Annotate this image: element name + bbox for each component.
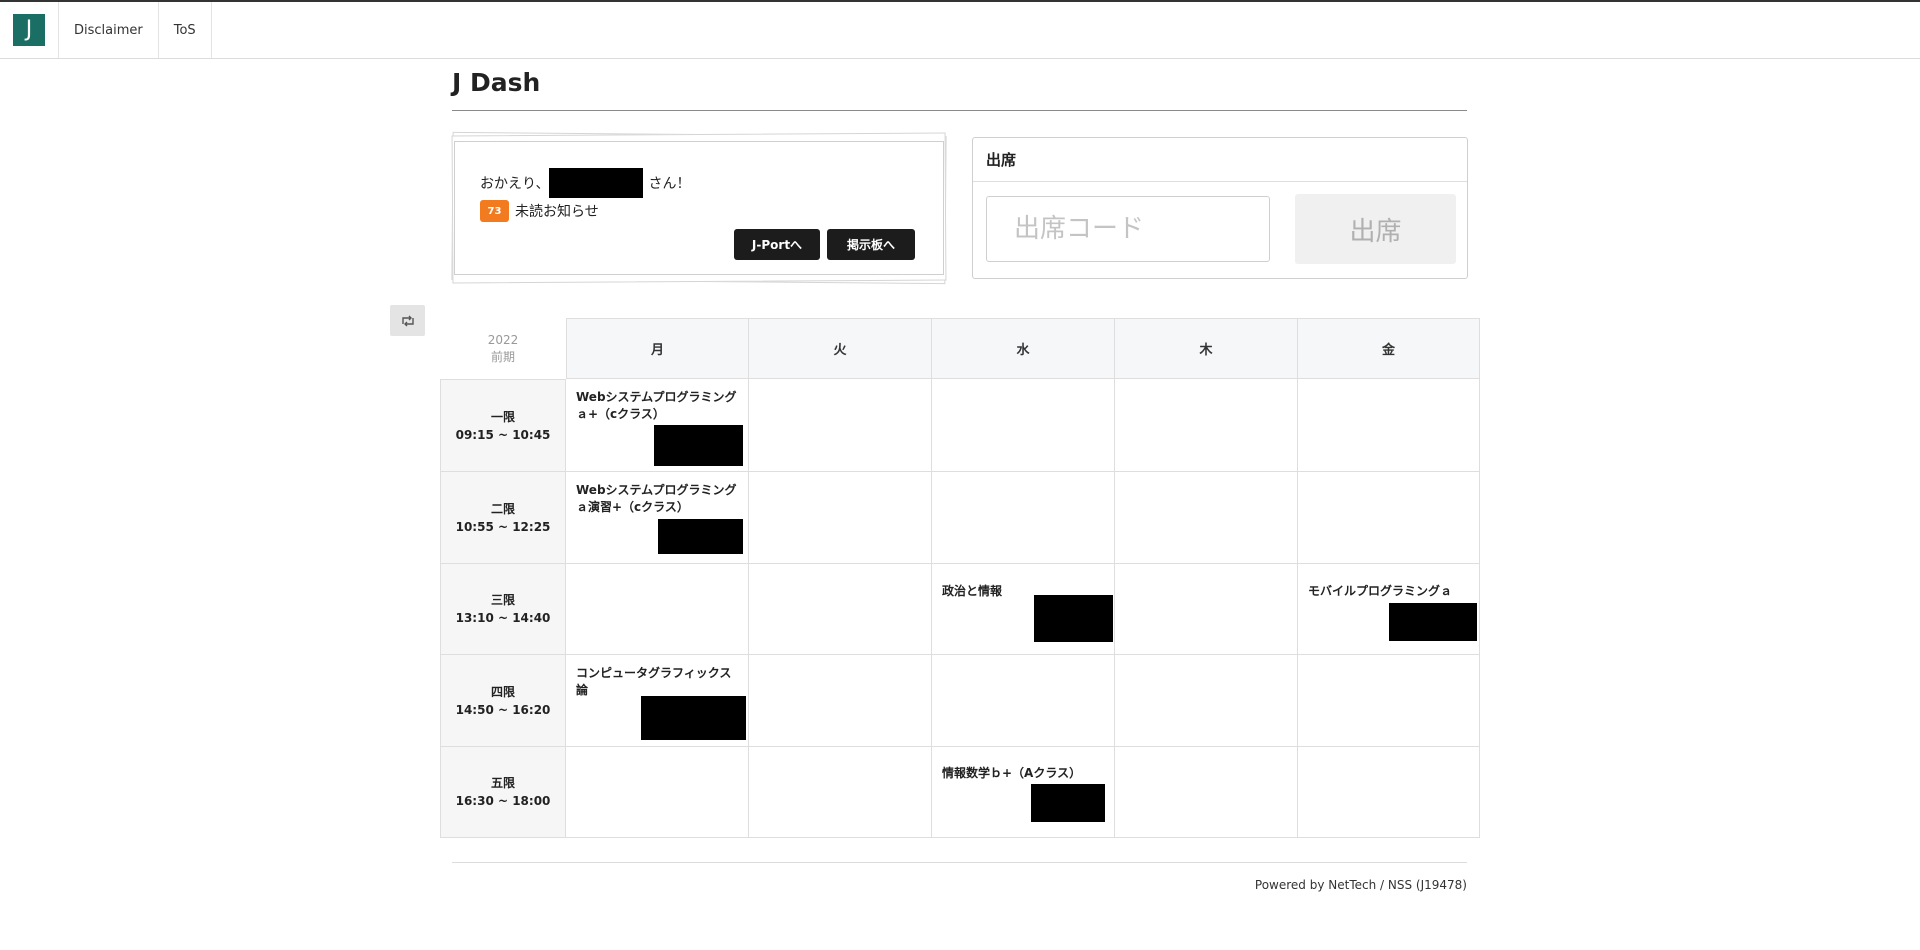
term-semester: 前期 [490,350,515,364]
period-time: 09:15 ~ 10:45 [455,427,551,442]
timetable: 2022 前期 月 火 水 木 金 一限 09:15 ~ 10:45 二限 10… [440,318,1480,838]
course-name: 情報数学ｂ+（Aクラス） [942,766,1082,780]
class-cell-wed-4[interactable] [932,655,1115,747]
redacted-room [654,425,743,466]
period-5: 五限 16:30 ~ 18:00 [440,747,566,838]
welcome-card-stack: おかえり、 さん！ 73 未読お知らせ J-Portへ 掲示板へ [451,131,947,285]
period-2: 二限 10:55 ~ 12:25 [440,472,566,564]
course-name: Webシステムプログラミングａ演習+（cクラス） [576,483,737,514]
period-3: 三限 13:10 ~ 14:40 [440,564,566,655]
class-cell-fri-4[interactable] [1298,655,1480,747]
class-cell-fri-1[interactable] [1298,379,1480,472]
class-cell-fri-5[interactable] [1298,747,1480,838]
class-cell-tue-4[interactable] [749,655,932,747]
term-label: 2022 前期 [440,318,566,379]
period-time: 14:50 ~ 16:20 [455,702,551,717]
class-cell-tue-5[interactable] [749,747,932,838]
greeting: おかえり、 さん！ [480,168,918,198]
attendance-title: 出席 [973,138,1467,182]
term-year: 2022 [487,333,519,347]
attendance-card: 出席 出席 [972,137,1468,279]
class-cell-mon-5[interactable] [566,747,749,838]
welcome-card: おかえり、 さん！ 73 未読お知らせ J-Portへ 掲示板へ [454,141,944,275]
swap-term-button[interactable] [390,305,425,336]
title-divider [452,110,1467,111]
class-cell-mon-3[interactable] [566,564,749,655]
class-cell-thu-2[interactable] [1115,472,1298,564]
day-header-thu: 木 [1115,318,1298,379]
day-header-tue: 火 [749,318,932,379]
unread-label: 未読お知らせ [515,204,599,220]
period-1: 一限 09:15 ~ 10:45 [440,379,566,472]
course-name: Webシステムプログラミングａ+（cクラス） [576,390,737,421]
class-cell-wed-3[interactable]: 政治と情報 [932,564,1115,655]
redacted-username [549,168,644,198]
period-4: 四限 14:50 ~ 16:20 [440,655,566,747]
class-cell-tue-1[interactable] [749,379,932,472]
class-cell-wed-5[interactable]: 情報数学ｂ+（Aクラス） [932,747,1115,838]
period-time: 13:10 ~ 14:40 [455,611,551,625]
redacted-room [1389,603,1477,641]
logo-link[interactable]: J [0,2,59,58]
class-cell-mon-2[interactable]: Webシステムプログラミングａ演習+（cクラス） [566,472,749,564]
day-header-fri: 金 [1298,318,1480,379]
class-cell-wed-2[interactable] [932,472,1115,564]
course-name: コンピュータグラフィックス論 [576,666,732,697]
redacted-room [1034,595,1113,642]
top-navbar: J Disclaimer ToS [0,0,1920,59]
nav-tos[interactable]: ToS [159,2,212,58]
attendance-submit-button[interactable]: 出席 [1295,194,1456,264]
attendance-code-input[interactable] [986,196,1270,262]
period-name: 二限 [490,501,515,516]
course-name: モバイルプログラミングａ [1308,584,1453,598]
nav-disclaimer[interactable]: Disclaimer [59,2,159,58]
period-name: 五限 [490,776,515,790]
class-cell-fri-3[interactable]: モバイルプログラミングａ [1298,564,1480,655]
class-cell-tue-2[interactable] [749,472,932,564]
period-time: 16:30 ~ 18:00 [455,794,551,808]
period-time: 10:55 ~ 12:25 [455,519,551,534]
period-name: 三限 [490,593,515,607]
footer-credit: Powered by NetTech / NSS (J19478) [1254,878,1467,892]
class-cell-thu-4[interactable] [1115,655,1298,747]
app-logo: J [13,14,45,46]
greeting-suffix: さん！ [648,176,691,192]
class-cell-thu-1[interactable] [1115,379,1298,472]
unread-count-badge: 73 [480,200,509,222]
unread-notice[interactable]: 73 未読お知らせ [480,200,918,222]
class-cell-thu-3[interactable] [1115,564,1298,655]
greeting-prefix: おかえり、 [480,176,550,192]
redacted-room [641,696,746,740]
retweet-icon [401,315,414,326]
day-header-wed: 水 [932,318,1115,379]
class-cell-mon-1[interactable]: Webシステムプログラミングａ+（cクラス） [566,379,749,472]
redacted-room [1031,784,1105,822]
period-name: 一限 [490,409,515,424]
class-cell-fri-2[interactable] [1298,472,1480,564]
class-cell-wed-1[interactable] [932,379,1115,472]
bulletin-board-button[interactable]: 掲示板へ [827,229,915,260]
class-cell-thu-5[interactable] [1115,747,1298,838]
day-header-mon: 月 [566,318,749,379]
period-name: 四限 [490,684,515,699]
class-cell-tue-3[interactable] [749,564,932,655]
class-cell-mon-4[interactable]: コンピュータグラフィックス論 [566,655,749,747]
page-title: J Dash [452,68,541,97]
footer-divider [452,862,1467,863]
welcome-actions: J-Portへ 掲示板へ [734,229,915,260]
redacted-room [658,519,743,554]
jport-button[interactable]: J-Portへ [734,229,820,260]
